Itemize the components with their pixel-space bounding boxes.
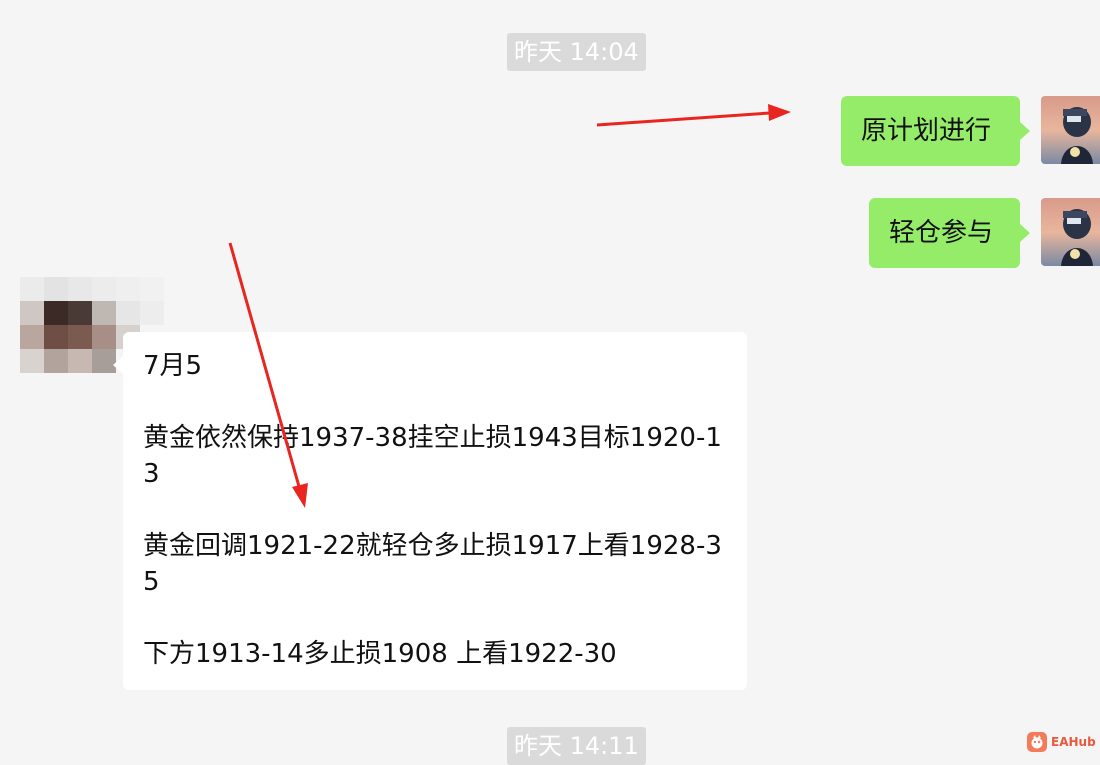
message-line-long-plan: 黄金回调1921-22就轻仓多止损1917上看1928-35 (143, 531, 722, 597)
outgoing-message-bubble[interactable]: 轻仓参与 (869, 198, 1030, 268)
self-avatar[interactable] (1041, 198, 1100, 266)
incoming-message-bubble[interactable]: 7月5 黄金依然保持1937-38挂空止损1943目标1920-13 黄金回调1… (113, 332, 747, 690)
message-line-date: 7月5 (143, 351, 203, 381)
eahub-logo-icon (1027, 732, 1047, 752)
avatar-image-icon (1041, 96, 1100, 164)
avatar-image-icon (1041, 198, 1100, 266)
message-line-short-plan: 黄金依然保持1937-38挂空止损1943目标1920-13 (143, 423, 722, 489)
self-avatar[interactable] (1041, 96, 1100, 164)
timestamp: 昨天 14:04 (507, 33, 646, 71)
watermark-text: EAHub (1051, 735, 1096, 749)
outgoing-message-bubble[interactable]: 原计划进行 (841, 96, 1030, 166)
message-line-lower-plan: 下方1913-14多止损1908 上看1922-30 (143, 639, 617, 669)
timestamp: 昨天 14:11 (507, 727, 646, 765)
watermark: EAHub (1027, 731, 1096, 753)
arrow-icon (596, 104, 791, 127)
